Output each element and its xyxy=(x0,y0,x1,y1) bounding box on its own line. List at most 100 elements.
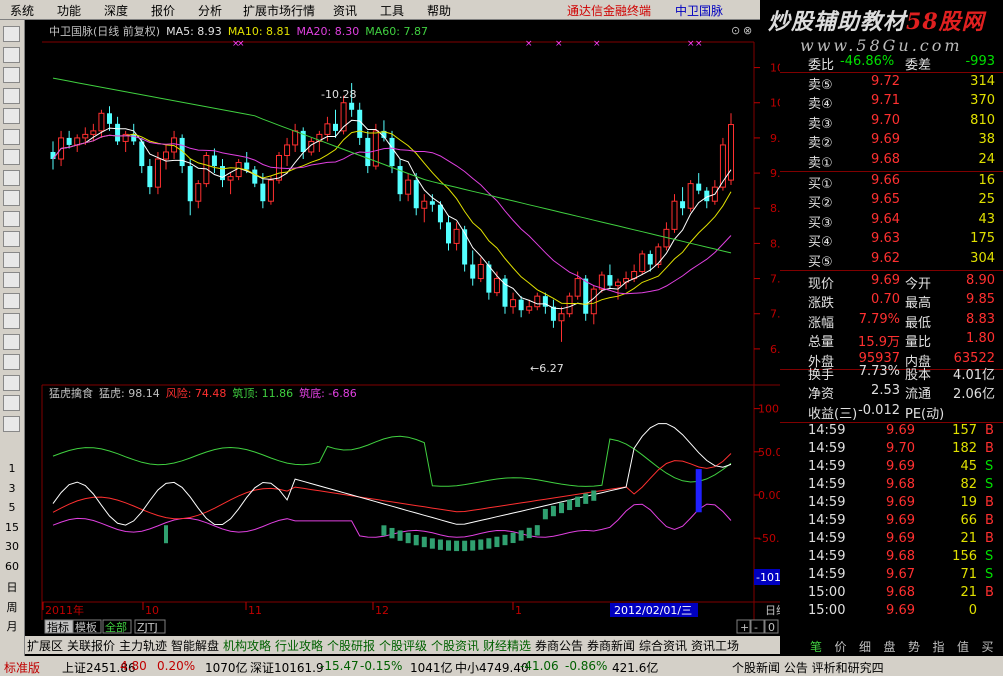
toolbar-icon-10[interactable] xyxy=(3,210,20,227)
chart-header: 中卫国脉(日线 前复权) MA5: 8.93 MA10: 8.81 MA20: 8.3… xyxy=(49,24,428,38)
toolbar-icon-11[interactable] xyxy=(3,231,20,247)
bottom-histogram-bar xyxy=(575,496,581,507)
ask-label: 卖② xyxy=(808,136,833,152)
info-tab-12[interactable]: 券商新闻 xyxy=(587,637,635,654)
quote-tab-5[interactable]: 势 xyxy=(908,638,920,655)
toolbar-icon-9[interactable] xyxy=(3,190,20,206)
info-tab-6[interactable]: 行业攻略 xyxy=(275,637,323,654)
pane-close-icon[interactable]: ⊗ xyxy=(743,24,752,37)
status-zx_amt: 421.6亿 xyxy=(612,661,659,675)
period-button-30[interactable]: 30 xyxy=(0,540,24,553)
status-badge: 标准版 xyxy=(4,661,41,675)
stat-value: 15.9万 xyxy=(858,335,900,351)
quote-tab-1[interactable]: 笔 xyxy=(810,638,822,655)
period-button-周[interactable]: 周 xyxy=(0,599,24,615)
menu-9[interactable]: 帮助 xyxy=(427,2,451,19)
tick-volume: 157 xyxy=(952,423,977,438)
toolbar-icon-20[interactable] xyxy=(3,415,20,432)
info-tab-5[interactable]: 机构攻略 xyxy=(223,637,271,654)
signal-marker: × xyxy=(237,39,245,49)
toolbar-icon-14[interactable] xyxy=(3,292,20,309)
toolbar-icon-8[interactable] xyxy=(3,169,20,186)
stat-value: 2.06亿 xyxy=(953,387,995,403)
candle-body xyxy=(696,183,702,191)
quote-tab-3[interactable]: 细 xyxy=(859,638,871,655)
toolbar-icon-15[interactable] xyxy=(3,313,20,329)
menu-1[interactable]: 系统 xyxy=(10,2,34,19)
candle-body xyxy=(583,278,589,314)
info-tab-1[interactable]: 扩展区 xyxy=(27,637,63,654)
info-tab-14[interactable]: 资讯工场 xyxy=(691,637,739,654)
menu-3[interactable]: 深度 xyxy=(104,2,128,19)
quote-tab-4[interactable]: 盘 xyxy=(884,638,896,655)
toolbar-icon-1[interactable] xyxy=(3,26,20,42)
quote-tab-7[interactable]: 值 xyxy=(957,638,969,655)
period-button-5[interactable]: 5 xyxy=(0,501,24,514)
info-tab-9[interactable]: 个股资讯 xyxy=(431,637,479,654)
toolbar-icon-2[interactable] xyxy=(3,46,20,63)
period-button-15[interactable]: 15 xyxy=(0,521,24,534)
price-tick-label: 9.50 xyxy=(770,132,780,145)
candle-body xyxy=(139,141,145,167)
toolbar-icon-13[interactable] xyxy=(3,272,20,288)
price-tick-label: 7.50 xyxy=(770,273,780,286)
period-button-1[interactable]: 1 xyxy=(0,462,24,475)
toolbar-icon-5[interactable] xyxy=(3,108,20,124)
menu-6[interactable]: 扩展市场行情 xyxy=(243,2,315,19)
toolbar-icon-4[interactable] xyxy=(3,87,20,104)
bottom-histogram-bar xyxy=(478,539,484,550)
menu-5[interactable]: 分析 xyxy=(198,2,222,19)
menu-7[interactable]: 资讯 xyxy=(333,2,357,19)
candle-body xyxy=(639,253,646,273)
period-button-日[interactable]: 日 xyxy=(0,579,24,595)
toolbar-icon-17[interactable] xyxy=(3,354,20,370)
bottom-histogram-bar xyxy=(405,532,411,544)
bid-label: 买② xyxy=(808,196,833,212)
quote-tab-6[interactable]: 指 xyxy=(933,638,945,655)
info-tab-11[interactable]: 券商公告 xyxy=(535,637,583,654)
info-tab-3[interactable]: 主力轨迹 xyxy=(119,637,167,654)
bid-price: 9.65 xyxy=(871,192,900,208)
info-tab-8[interactable]: 个股评级 xyxy=(379,637,427,654)
ask-row: 卖① 9.68 24 xyxy=(780,152,1003,171)
period-button-60[interactable]: 60 xyxy=(0,560,24,573)
menu-8[interactable]: 工具 xyxy=(380,2,404,19)
toolbar-icon-18[interactable] xyxy=(3,374,20,391)
candle-body xyxy=(558,313,565,322)
pane-restore-icon[interactable]: ⊙ xyxy=(731,24,740,37)
bid-row: 买③ 9.64 43 xyxy=(780,212,1003,231)
toolbar-icon-3[interactable] xyxy=(3,67,20,83)
status-zx: 中小4749.40 xyxy=(455,661,529,675)
candle-body xyxy=(260,183,266,202)
toolbar-icon-16[interactable] xyxy=(3,333,20,350)
toolbar-icon-6[interactable] xyxy=(3,128,20,145)
quote-tab-2[interactable]: 价 xyxy=(835,638,847,655)
toolbar-icon-19[interactable] xyxy=(3,395,20,411)
info-tab-10[interactable]: 财经精选 xyxy=(483,637,531,654)
bid-row: 买⑤ 9.62 304 xyxy=(780,251,1003,270)
quote-tab-8[interactable]: 买 xyxy=(982,638,994,655)
candle-body xyxy=(598,274,605,290)
candle-body xyxy=(333,123,338,131)
ask-price: 9.72 xyxy=(871,74,900,89)
toolbar-icon-7[interactable] xyxy=(3,149,20,165)
price-tick-label: 10.00 xyxy=(770,97,780,110)
info-tab-2[interactable]: 关联报价 xyxy=(67,637,115,654)
candle-body xyxy=(252,169,258,184)
stat-label: 今开 xyxy=(905,277,932,292)
kline-chart[interactable]: 中卫国脉(日线 前复权) MA5: 8.93 MA10: 8.81 MA20: 8.3… xyxy=(25,20,780,634)
bottom-histogram-bar xyxy=(518,530,524,541)
signal-marker: × xyxy=(525,39,533,49)
tick-side: B xyxy=(985,495,994,510)
info-tab-13[interactable]: 综合资讯 xyxy=(639,637,687,654)
tick-volume: 182 xyxy=(952,441,977,456)
menu-2[interactable]: 功能 xyxy=(57,2,81,19)
info-tab-4[interactable]: 智能解盘 xyxy=(171,637,219,654)
info-tab-7[interactable]: 个股研报 xyxy=(327,637,375,654)
candle-body xyxy=(413,180,419,209)
period-button-3[interactable]: 3 xyxy=(0,482,24,495)
period-button-月[interactable]: 月 xyxy=(0,618,24,634)
toolbar-icon-12[interactable] xyxy=(3,251,20,268)
tick-price: 9.68 xyxy=(886,585,915,600)
menu-4[interactable]: 报价 xyxy=(151,2,175,19)
